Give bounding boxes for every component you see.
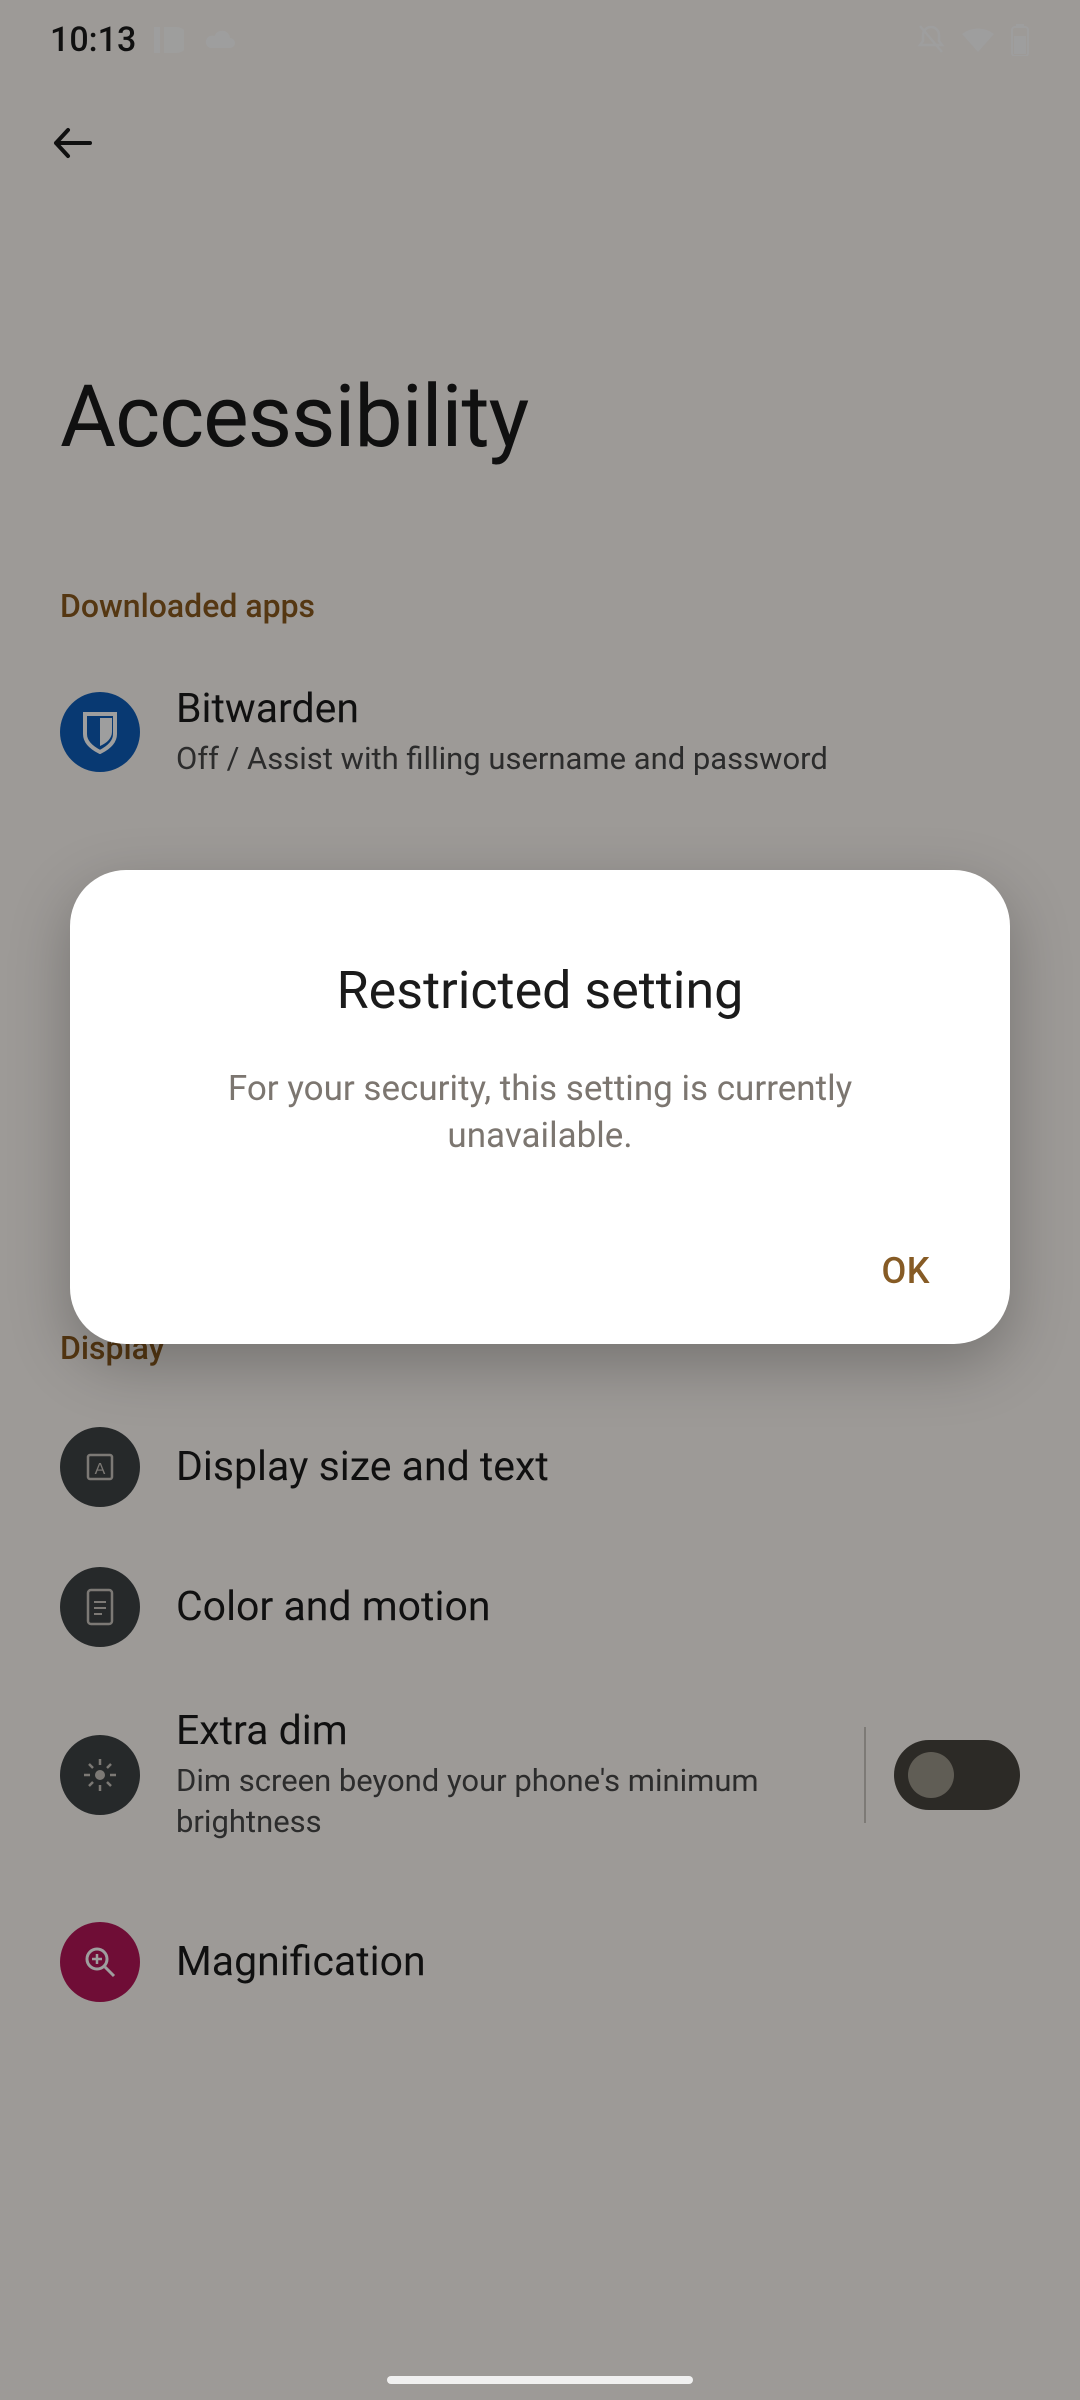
navigation-handle[interactable] — [387, 2376, 693, 2384]
dialog-body: For your security, this setting is curre… — [130, 1065, 950, 1160]
dialog-title: Restricted setting — [130, 960, 950, 1021]
restricted-setting-dialog: Restricted setting For your security, th… — [70, 870, 1010, 1344]
ok-button[interactable]: OK — [881, 1250, 930, 1292]
